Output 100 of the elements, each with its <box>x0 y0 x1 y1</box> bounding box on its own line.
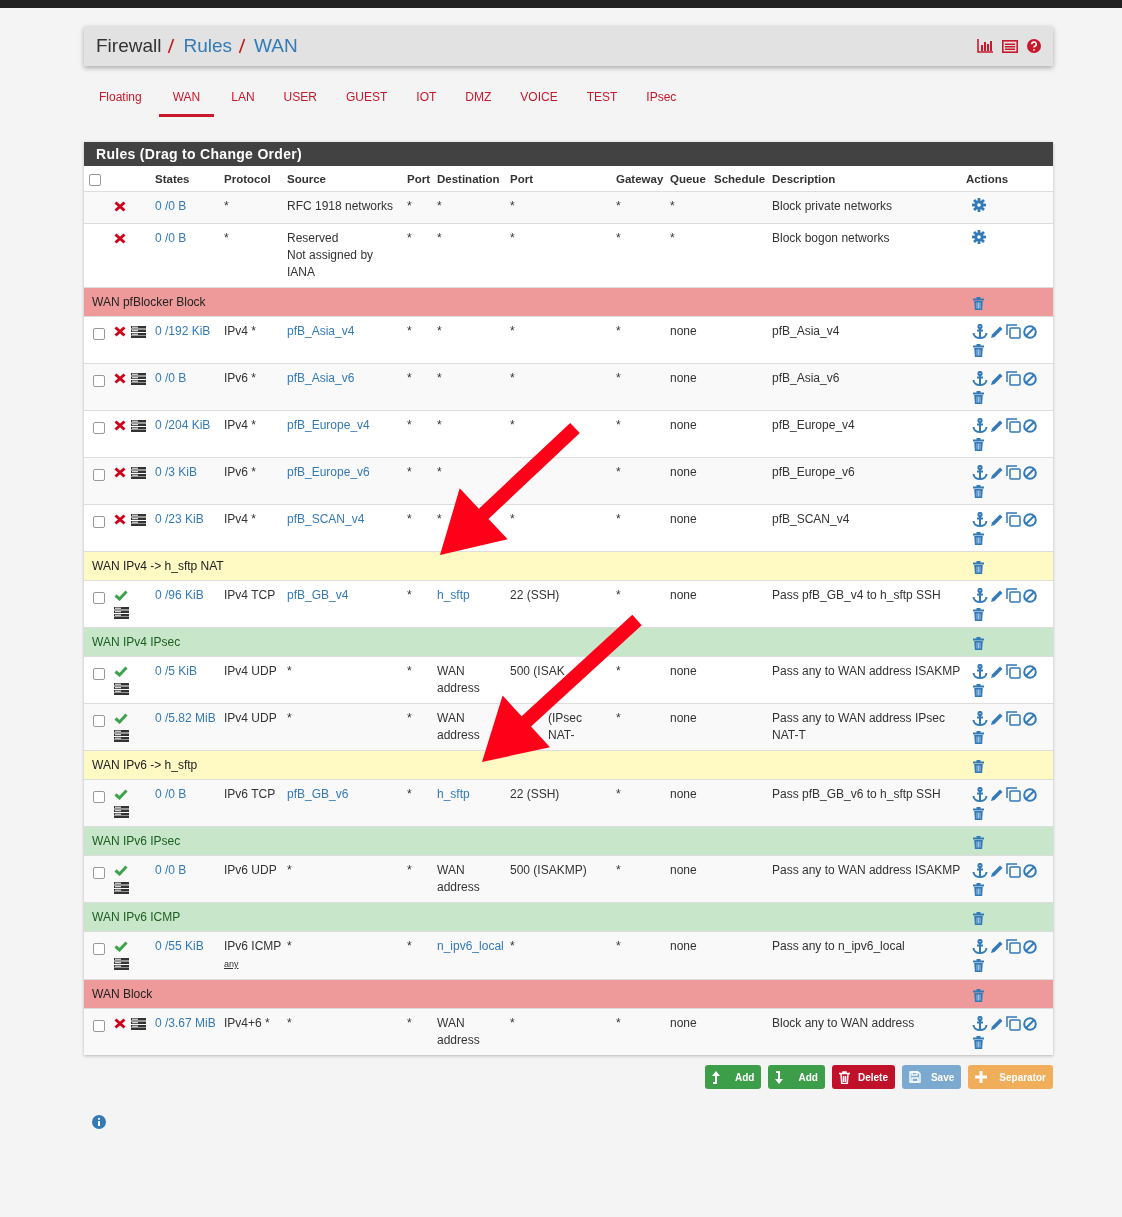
row-checkbox[interactable] <box>93 1020 105 1033</box>
states-link[interactable]: 0 /0 B <box>155 199 187 213</box>
trash-icon[interactable] <box>973 911 984 925</box>
copy-icon[interactable] <box>1006 512 1021 527</box>
tab[interactable]: DMZ <box>453 83 504 117</box>
anchor-icon[interactable] <box>972 324 988 339</box>
trash-icon[interactable] <box>973 731 984 744</box>
anchor-icon[interactable] <box>972 1016 988 1031</box>
disable-icon[interactable] <box>1023 465 1037 480</box>
row-checkbox[interactable] <box>93 715 105 728</box>
states-link[interactable]: 0 /0 B <box>155 371 187 385</box>
trash-icon[interactable] <box>973 485 984 498</box>
pencil-icon[interactable] <box>990 1016 1004 1031</box>
row-checkbox[interactable] <box>93 668 105 681</box>
delete-button[interactable]: Delete <box>831 1065 895 1089</box>
anchor-icon[interactable] <box>972 465 988 480</box>
destination-link[interactable]: h_sftp <box>437 787 470 801</box>
anchor-icon[interactable] <box>972 711 988 726</box>
tab[interactable]: WAN <box>158 83 215 117</box>
anchor-icon[interactable] <box>972 588 988 603</box>
disable-icon[interactable] <box>1023 664 1037 679</box>
copy-icon[interactable] <box>1006 863 1021 878</box>
row-checkbox[interactable] <box>93 422 105 435</box>
select-all-checkbox[interactable] <box>89 173 101 186</box>
row-checkbox[interactable] <box>93 469 105 482</box>
trash-icon[interactable] <box>973 636 984 650</box>
trash-icon[interactable] <box>973 560 984 574</box>
trash-icon[interactable] <box>973 684 984 697</box>
states-link[interactable]: 0 /204 KiB <box>155 418 211 432</box>
copy-icon[interactable] <box>1006 418 1021 433</box>
source-link[interactable]: pfB_Asia_v6 <box>287 371 355 385</box>
copy-icon[interactable] <box>1006 939 1021 954</box>
anchor-icon[interactable] <box>972 371 988 386</box>
trash-icon[interactable] <box>973 1036 984 1049</box>
row-checkbox[interactable] <box>93 943 105 956</box>
anchor-icon[interactable] <box>972 863 988 878</box>
states-link[interactable]: 0 /5.82 MiB <box>155 711 216 725</box>
pencil-icon[interactable] <box>990 371 1004 386</box>
breadcrumb-link[interactable]: Rules <box>183 35 233 57</box>
anchor-icon[interactable] <box>972 664 988 679</box>
pencil-icon[interactable] <box>990 512 1004 527</box>
pencil-icon[interactable] <box>990 711 1004 726</box>
anchor-icon[interactable] <box>972 418 988 433</box>
bar-chart-icon[interactable] <box>977 39 993 53</box>
tab[interactable]: LAN <box>219 83 267 117</box>
pencil-icon[interactable] <box>990 324 1004 339</box>
states-link[interactable]: 0 /192 KiB <box>155 324 211 338</box>
row-checkbox[interactable] <box>93 867 105 880</box>
disable-icon[interactable] <box>1023 939 1037 954</box>
disable-icon[interactable] <box>1023 1016 1037 1031</box>
copy-icon[interactable] <box>1006 711 1021 726</box>
row-checkbox[interactable] <box>93 375 105 388</box>
row-checkbox[interactable] <box>93 791 105 804</box>
disable-icon[interactable] <box>1023 324 1037 339</box>
copy-icon[interactable] <box>1006 371 1021 386</box>
disable-icon[interactable] <box>1023 863 1037 878</box>
row-checkbox[interactable] <box>93 328 105 341</box>
settings-icon[interactable] <box>972 198 986 212</box>
disable-icon[interactable] <box>1023 418 1037 433</box>
trash-icon[interactable] <box>973 883 984 896</box>
trash-icon[interactable] <box>973 835 984 849</box>
list-icon[interactable] <box>1002 39 1018 53</box>
add-rule-button[interactable]: Add <box>705 1065 762 1089</box>
destination-link[interactable]: n_ipv6_local <box>437 939 504 953</box>
pencil-icon[interactable] <box>990 588 1004 603</box>
anchor-icon[interactable] <box>972 512 988 527</box>
disable-icon[interactable] <box>1023 371 1037 386</box>
states-link[interactable]: 0 /5 KiB <box>155 664 198 678</box>
pencil-icon[interactable] <box>990 863 1004 878</box>
copy-icon[interactable] <box>1006 465 1021 480</box>
info-icon[interactable] <box>92 1115 106 1129</box>
tab[interactable]: USER <box>271 83 329 117</box>
add-rule-button[interactable]: Add <box>768 1065 825 1089</box>
disable-icon[interactable] <box>1023 787 1037 802</box>
states-link[interactable]: 0 /0 B <box>155 231 187 245</box>
states-link[interactable]: 0 /23 KiB <box>155 512 204 526</box>
pencil-icon[interactable] <box>990 465 1004 480</box>
breadcrumb-link[interactable]: WAN <box>254 35 298 57</box>
states-link[interactable]: 0 /55 KiB <box>155 939 204 953</box>
trash-icon[interactable] <box>973 807 984 820</box>
trash-icon[interactable] <box>973 438 984 451</box>
disable-icon[interactable] <box>1023 711 1037 726</box>
trash-icon[interactable] <box>973 959 984 972</box>
tab[interactable]: Floating <box>87 83 154 117</box>
tab[interactable]: IPsec <box>634 83 689 117</box>
trash-icon[interactable] <box>973 608 984 621</box>
trash-icon[interactable] <box>973 759 984 773</box>
icmp-type-link[interactable]: any <box>224 959 239 969</box>
tab[interactable]: GUEST <box>333 83 400 117</box>
states-link[interactable]: 0 /96 KiB <box>155 588 204 602</box>
trash-icon[interactable] <box>973 344 984 357</box>
anchor-icon[interactable] <box>972 787 988 802</box>
copy-icon[interactable] <box>1006 787 1021 802</box>
trash-icon[interactable] <box>973 391 984 404</box>
disable-icon[interactable] <box>1023 588 1037 603</box>
anchor-icon[interactable] <box>972 939 988 954</box>
destination-link[interactable]: h_sftp <box>437 588 470 602</box>
copy-icon[interactable] <box>1006 324 1021 339</box>
tab[interactable]: VOICE <box>508 83 570 117</box>
source-link[interactable]: pfB_GB_v6 <box>287 787 349 801</box>
